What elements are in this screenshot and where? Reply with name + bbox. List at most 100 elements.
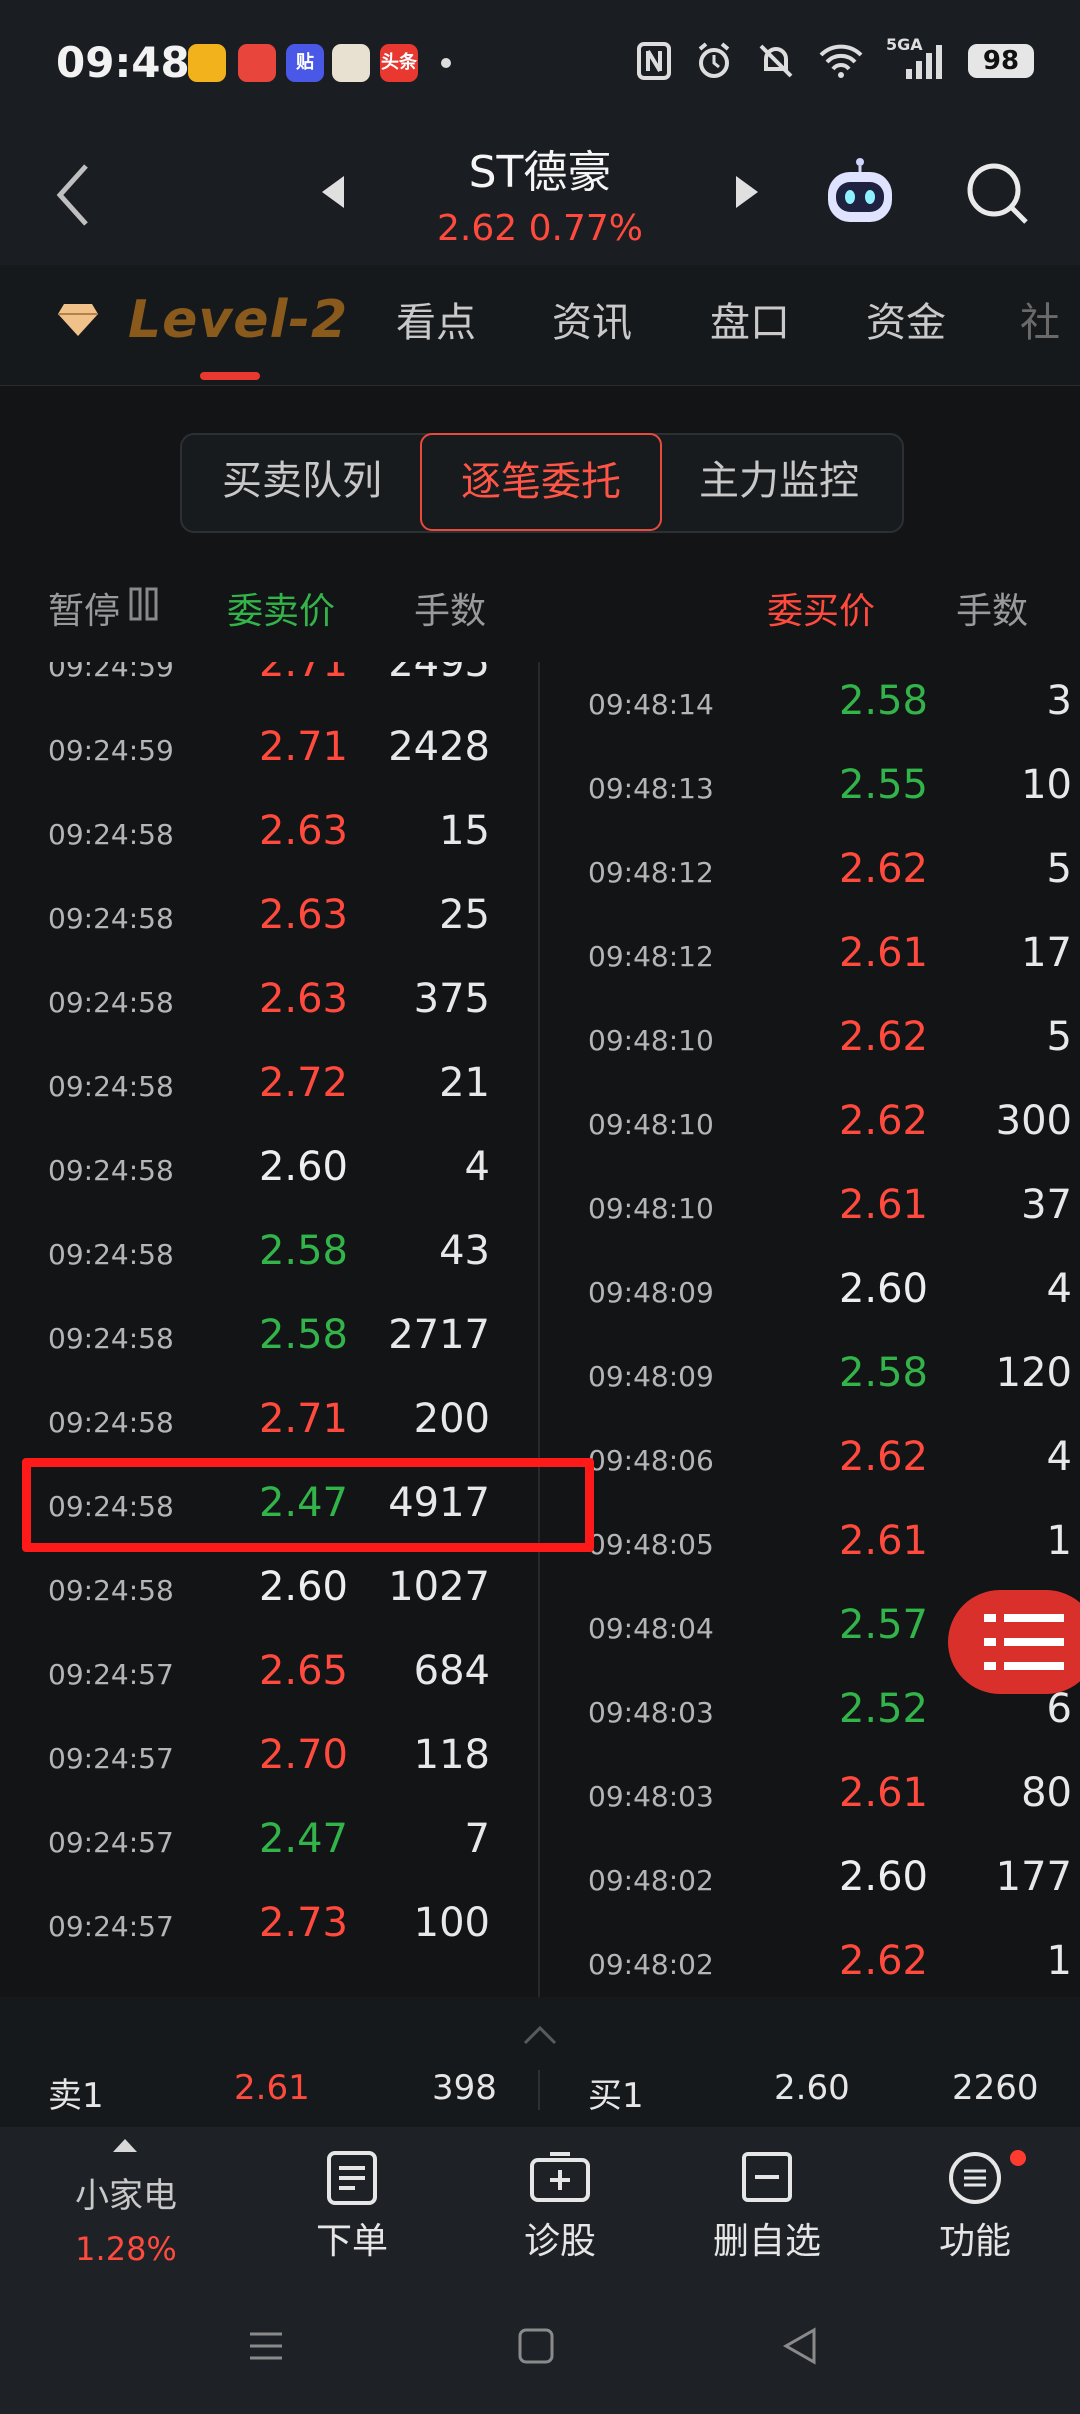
order-price: 2.61 bbox=[838, 930, 928, 976]
tab-level2[interactable]: Level-2 bbox=[128, 290, 348, 350]
pause-label[interactable]: 暂停 bbox=[48, 582, 120, 634]
pause-icon[interactable] bbox=[128, 586, 160, 622]
sector-name[interactable]: 小家电 bbox=[56, 2168, 196, 2217]
segment-main-monitor[interactable]: 主力监控 bbox=[662, 435, 896, 527]
order-time: 09:48:02 bbox=[588, 1864, 714, 1897]
buy-order-row[interactable]: 09:48:10 2.62 5 bbox=[540, 998, 1072, 1082]
tab-news[interactable]: 资讯 bbox=[552, 290, 632, 348]
order-icon[interactable] bbox=[325, 2150, 379, 2206]
best-quote-bar bbox=[0, 1997, 1080, 2127]
order-price: 2.71 bbox=[258, 724, 348, 770]
functions-button[interactable]: 功能 bbox=[905, 2212, 1045, 2264]
sell-order-row[interactable]: 09:24:58 2.71 200 bbox=[0, 1380, 520, 1464]
floating-menu-button[interactable] bbox=[948, 1590, 1080, 1694]
battery-indicator: 98 bbox=[968, 44, 1034, 78]
diagnose-icon[interactable] bbox=[528, 2150, 592, 2206]
next-stock-icon[interactable] bbox=[732, 172, 762, 212]
alarm-icon bbox=[698, 42, 730, 78]
sell-price-header: 委卖价 bbox=[227, 591, 336, 632]
sell-order-row[interactable]: 09:24:58 2.60 1027 bbox=[0, 1548, 520, 1632]
home-icon[interactable] bbox=[516, 2326, 556, 2366]
search-icon[interactable] bbox=[962, 158, 1032, 228]
functions-icon[interactable] bbox=[947, 2150, 1003, 2206]
order-volume: 15 bbox=[439, 808, 490, 854]
order-time: 09:24:59 bbox=[48, 662, 174, 683]
order-time: 09:48:05 bbox=[588, 1528, 714, 1561]
tab-funds[interactable]: 资金 bbox=[866, 290, 946, 348]
menu-icon[interactable] bbox=[246, 2326, 286, 2366]
sector-up-arrow-icon bbox=[113, 2139, 137, 2152]
sell-order-row[interactable]: 09:24:58 2.63 15 bbox=[0, 792, 520, 876]
order-button[interactable]: 下单 bbox=[282, 2212, 422, 2264]
order-time: 09:48:12 bbox=[588, 940, 714, 973]
sell-order-row[interactable]: 09:24:58 2.58 43 bbox=[0, 1212, 520, 1296]
order-volume: 1 bbox=[1046, 1938, 1072, 1984]
sell-order-row[interactable]: 09:24:57 2.70 118 bbox=[0, 1716, 520, 1800]
segment-tick-orders[interactable]: 逐笔委托 bbox=[420, 433, 662, 531]
nfc-icon bbox=[637, 42, 671, 80]
buy-order-row[interactable]: 09:48:12 2.62 5 bbox=[540, 830, 1072, 914]
buy-order-row[interactable]: 09:48:10 2.61 37 bbox=[540, 1166, 1072, 1250]
order-price: 2.47 bbox=[258, 1816, 348, 1862]
diagnose-button[interactable]: 诊股 bbox=[490, 2212, 630, 2264]
tab-highlights[interactable]: 看点 bbox=[396, 290, 476, 348]
order-time: 09:48:06 bbox=[588, 1444, 714, 1477]
buy-order-row[interactable]: 09:48:10 2.62 300 bbox=[540, 1082, 1072, 1166]
order-time: 09:48:09 bbox=[588, 1276, 714, 1309]
sector-change[interactable]: 1.28% bbox=[56, 2230, 196, 2268]
order-volume: 4 bbox=[1046, 1434, 1072, 1480]
buy-order-row[interactable]: 09:48:03 2.61 80 bbox=[540, 1754, 1072, 1838]
order-volume: 17 bbox=[1021, 930, 1072, 976]
order-price: 2.58 bbox=[258, 1312, 348, 1358]
order-volume: 1 bbox=[1046, 1518, 1072, 1564]
app-icon-4 bbox=[332, 44, 370, 82]
order-time: 09:48:03 bbox=[588, 1780, 714, 1813]
order-price: 2.57 bbox=[838, 1602, 928, 1648]
tab-order-book[interactable]: 盘口 bbox=[710, 290, 790, 348]
buy-order-row[interactable]: 09:48:02 2.60 177 bbox=[540, 1838, 1072, 1922]
sell-order-row[interactable]: 09:24:58 2.58 2717 bbox=[0, 1296, 520, 1380]
buy-order-row[interactable]: 09:48:09 2.58 120 bbox=[540, 1334, 1072, 1418]
buy-order-row[interactable]: 09:48:06 2.62 4 bbox=[540, 1418, 1072, 1502]
order-price: 2.60 bbox=[838, 1266, 928, 1312]
sell-order-row[interactable]: 09:24:59 2.71 2428 bbox=[0, 708, 520, 792]
tick-order-list[interactable]: 09:24:59 2.71 2495 09:24:59 2.71 2428 09:24:58… bbox=[0, 662, 1080, 1997]
segment-order-queue[interactable]: 买卖队列 bbox=[186, 435, 418, 527]
sell-order-row[interactable]: 09:24:59 2.71 2495 bbox=[0, 662, 520, 708]
app-icon-2 bbox=[238, 44, 276, 82]
order-volume: 3 bbox=[1046, 678, 1072, 724]
order-price: 2.62 bbox=[838, 846, 928, 892]
order-price: 2.71 bbox=[258, 662, 348, 686]
order-time: 09:24:58 bbox=[48, 1154, 174, 1187]
sell-order-row[interactable]: 09:24:57 2.47 7 bbox=[0, 1800, 520, 1884]
sell-order-row[interactable]: 09:24:58 2.63 375 bbox=[0, 960, 520, 1044]
buy-order-row[interactable]: 09:48:14 2.58 3 bbox=[540, 662, 1072, 746]
order-volume: 300 bbox=[995, 1098, 1072, 1144]
buy-order-row[interactable]: 09:48:09 2.60 4 bbox=[540, 1250, 1072, 1334]
sell-order-row[interactable]: 09:24:58 2.60 4 bbox=[0, 1128, 520, 1212]
order-time: 09:24:58 bbox=[48, 1322, 174, 1355]
sell-order-row[interactable]: 09:24:58 2.72 21 bbox=[0, 1044, 520, 1128]
buy-order-row[interactable]: 09:48:02 2.62 1 bbox=[540, 1922, 1072, 1997]
buy-order-row[interactable]: 09:48:12 2.61 17 bbox=[540, 914, 1072, 998]
tab-community[interactable]: 社 bbox=[1020, 290, 1060, 348]
order-price: 2.62 bbox=[838, 1434, 928, 1480]
order-time: 09:24:58 bbox=[48, 1574, 174, 1607]
buy-order-row[interactable]: 09:48:05 2.61 1 bbox=[540, 1502, 1072, 1586]
sell-order-row[interactable]: 09:24:58 2.63 25 bbox=[0, 876, 520, 960]
buy-order-row[interactable]: 09:48:13 2.55 10 bbox=[540, 746, 1072, 830]
order-time: 09:48:03 bbox=[588, 1696, 714, 1729]
sell-order-row[interactable]: 09:24:57 2.65 684 bbox=[0, 1632, 520, 1716]
stock-price-change: 2.62 0.77% bbox=[437, 208, 643, 249]
app-icon-5: 头条 bbox=[380, 44, 418, 82]
order-volume: 10 bbox=[1021, 762, 1072, 808]
robot-assistant-icon[interactable] bbox=[820, 152, 900, 232]
chevron-up-icon[interactable] bbox=[522, 2024, 558, 2046]
sell-order-row[interactable]: 09:24:57 2.73 100 bbox=[0, 1884, 520, 1968]
buy-price-header: 委买价 bbox=[767, 591, 876, 632]
order-volume: 43 bbox=[439, 1228, 490, 1274]
remove-watchlist-button[interactable]: 删自选 bbox=[697, 2212, 837, 2264]
order-volume: 80 bbox=[1021, 1770, 1072, 1816]
back-icon[interactable] bbox=[780, 2326, 820, 2366]
remove-watchlist-icon[interactable] bbox=[740, 2150, 794, 2204]
